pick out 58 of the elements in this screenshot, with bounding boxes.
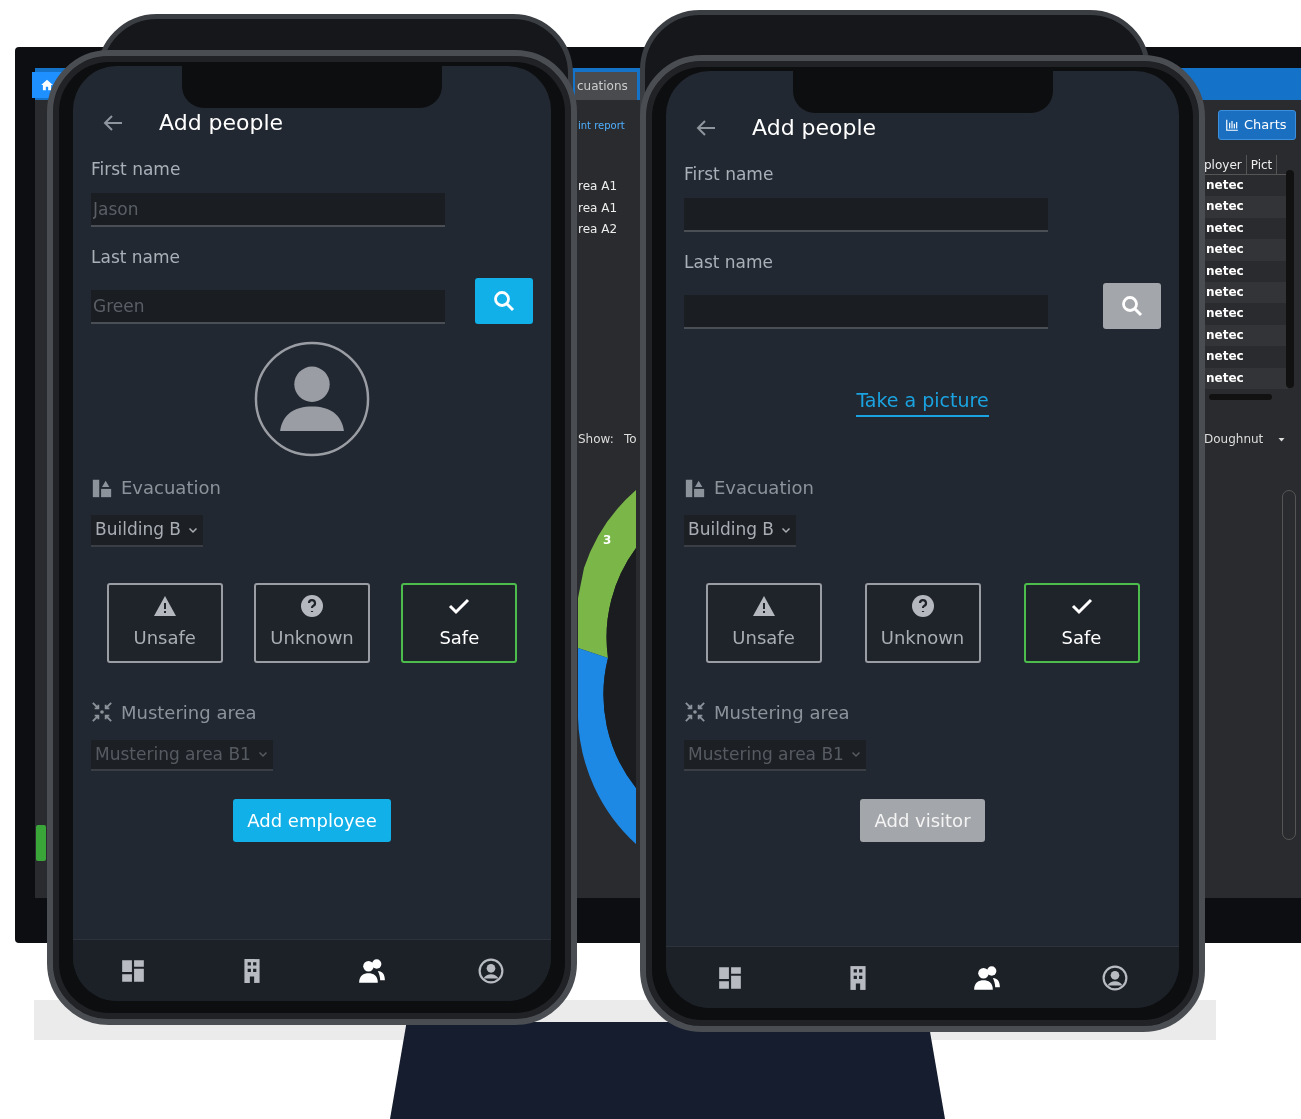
table-cell-text: netec bbox=[1205, 219, 1245, 237]
status-button[interactable]: Unknown bbox=[254, 582, 370, 663]
page-title: Add people bbox=[752, 114, 877, 142]
grid-icon bbox=[717, 964, 744, 991]
status-button[interactable]: Unsafe bbox=[705, 582, 822, 663]
building-dropdown[interactable]: Building B bbox=[91, 515, 204, 547]
question-icon bbox=[300, 594, 324, 618]
search-icon bbox=[1120, 294, 1144, 318]
avatar-icon[interactable] bbox=[253, 340, 371, 458]
input-field[interactable]: Green bbox=[91, 290, 445, 324]
status-button[interactable]: Safe bbox=[1023, 582, 1140, 663]
status-button[interactable]: Unknown bbox=[864, 582, 981, 663]
table-cell-text: rea A1 bbox=[578, 178, 619, 195]
warning-icon bbox=[152, 594, 177, 618]
input-field[interactable] bbox=[684, 197, 1048, 232]
table-cell-text: rea A2 bbox=[578, 221, 619, 238]
section-label: Evacuation bbox=[121, 476, 221, 500]
scrollbar[interactable] bbox=[1286, 170, 1294, 388]
bar-chart-icon bbox=[1224, 118, 1240, 132]
account-icon bbox=[478, 957, 505, 984]
column-header: Pict bbox=[1246, 155, 1278, 174]
people-icon bbox=[357, 956, 386, 985]
grid-icon bbox=[119, 957, 146, 984]
table-cell-text: netec bbox=[1205, 348, 1245, 366]
account-icon bbox=[1101, 964, 1128, 991]
search-icon bbox=[492, 289, 516, 313]
building-dropdown[interactable]: Building B bbox=[684, 515, 797, 547]
table-cell-text: netec bbox=[1205, 177, 1245, 194]
arrows-icon bbox=[684, 701, 706, 723]
section-label: Mustering area bbox=[714, 700, 850, 725]
section-label: Mustering area bbox=[121, 700, 257, 725]
field-label: Last name bbox=[684, 250, 775, 274]
page-title: Add people bbox=[159, 109, 284, 137]
status-button[interactable]: Safe bbox=[401, 582, 518, 663]
chart-label: 3 bbox=[603, 532, 612, 549]
show-label: Show: bbox=[578, 431, 614, 448]
question-icon bbox=[910, 594, 935, 618]
scrollbar[interactable] bbox=[1209, 394, 1272, 400]
input-field[interactable] bbox=[684, 295, 1048, 329]
table-cell-text: netec bbox=[1205, 262, 1245, 280]
section-label: Evacuation bbox=[714, 476, 814, 500]
table-cell-text: netec bbox=[1205, 305, 1245, 323]
chart-type-dropdown[interactable]: Doughnut bbox=[1204, 430, 1287, 448]
charts-button[interactable]: Charts bbox=[1218, 110, 1296, 140]
home-icon bbox=[40, 78, 54, 92]
status-button[interactable]: Unsafe bbox=[106, 582, 223, 663]
arrows-icon bbox=[91, 701, 113, 723]
field-label: First name bbox=[684, 163, 775, 186]
take-picture-link[interactable]: Take a picture bbox=[856, 386, 989, 417]
show-dropdown[interactable]: To bbox=[624, 430, 637, 448]
report-link[interactable]: int report bbox=[578, 118, 625, 133]
field-label: Last name bbox=[91, 245, 182, 269]
table-cell-text: rea A1 bbox=[578, 199, 619, 217]
people-icon bbox=[972, 963, 1001, 992]
field-label: First name bbox=[91, 158, 182, 181]
tab[interactable]: cuations bbox=[575, 72, 637, 100]
warning-icon bbox=[751, 594, 776, 618]
status-indicator bbox=[36, 825, 46, 861]
